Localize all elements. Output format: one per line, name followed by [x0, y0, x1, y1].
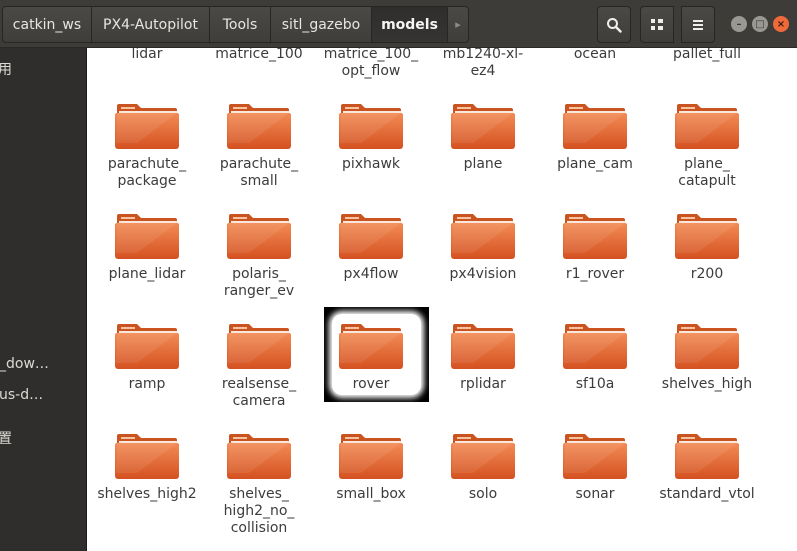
folder-icon — [675, 320, 739, 370]
folder-icon — [563, 100, 627, 150]
folder-icon — [227, 100, 291, 150]
folder-icon — [675, 430, 739, 480]
folder-icon — [339, 210, 403, 260]
folder-label: plane_cam — [557, 156, 633, 172]
breadcrumb: catkin_ws PX4-Autopilot Tools sitl_gazeb… — [2, 6, 469, 43]
folder-icon — [115, 430, 179, 480]
hamburger-menu-icon — [693, 19, 703, 30]
folder-icon — [227, 210, 291, 260]
folder-icon — [115, 320, 179, 370]
folder-label: sf10a — [575, 376, 615, 392]
sidebar-item-3[interactable]: us-d… — [0, 387, 43, 403]
folder-label: ramp — [128, 376, 166, 392]
maximize-button[interactable]: □ — [752, 16, 768, 32]
file-grid: lidar matrice_100 matrice_100_ opt_flow mb1… — [87, 48, 797, 551]
folder-icon — [227, 430, 291, 480]
folder-label: r200 — [690, 266, 724, 282]
folder-label: matrice_100 — [215, 48, 303, 62]
breadcrumb-px4-autopilot[interactable]: PX4-Autopilot — [91, 6, 210, 43]
folder-label: ocean — [573, 48, 617, 62]
folder-icon — [339, 100, 403, 150]
menu-button[interactable] — [681, 6, 715, 43]
folder-label: px4vision — [449, 266, 517, 282]
folder-label: standard_vtol — [659, 486, 755, 502]
folder-label: realsense_ camera — [221, 376, 297, 409]
header-bar: catkin_ws PX4-Autopilot Tools sitl_gazeb… — [0, 0, 797, 48]
breadcrumb-more-button[interactable]: ▸ — [447, 6, 469, 43]
folder-icon — [451, 320, 515, 370]
folder-icon — [675, 210, 739, 260]
folder-icon — [563, 210, 627, 260]
folder-label: shelves_ high2_no_ collision — [223, 486, 295, 536]
folder-icon — [115, 100, 179, 150]
folder-icon — [563, 430, 627, 480]
breadcrumb-catkin-ws[interactable]: catkin_ws — [2, 6, 92, 43]
folder-label: sonar — [575, 486, 615, 502]
close-button[interactable]: × — [773, 16, 789, 32]
folder-label: mb1240-xl- ez4 — [442, 48, 524, 79]
folder-label: pallet_full — [673, 48, 741, 62]
folder-label: shelves_high — [661, 376, 753, 392]
folder-icon — [451, 210, 515, 260]
folder-label: small_box — [336, 486, 406, 502]
folder-label: solo — [468, 486, 498, 502]
search-icon — [607, 17, 622, 33]
breadcrumb-tools[interactable]: Tools — [209, 6, 271, 43]
breadcrumb-sitl-gazebo[interactable]: sitl_gazebo — [270, 6, 372, 43]
minimize-button[interactable]: – — [731, 16, 747, 32]
folder-label: plane_lidar — [108, 266, 186, 282]
folder-icon — [675, 100, 739, 150]
folder-label: shelves_high2 — [97, 486, 197, 502]
grid-view-icon — [651, 18, 663, 30]
folder-label: parachute_ package — [107, 156, 187, 189]
folder-label: plane — [463, 156, 503, 172]
folder-icon — [339, 320, 403, 370]
breadcrumb-models[interactable]: models — [371, 6, 448, 43]
folder-label: rover — [352, 376, 390, 392]
folder-icon — [563, 320, 627, 370]
folder-label: matrice_100_ opt_flow — [323, 48, 419, 79]
folder-label: polaris_ ranger_ev — [223, 266, 295, 299]
folder-label: plane_ catapult — [678, 156, 736, 189]
sidebar: 用 _dow… us-d… 置 — [0, 48, 87, 551]
folder-label: lidar — [131, 48, 163, 62]
folder-label: px4flow — [343, 266, 399, 282]
folder-icon — [451, 430, 515, 480]
folder-label: r1_rover — [565, 266, 625, 282]
folder-icon — [451, 100, 515, 150]
folder-icon — [115, 210, 179, 260]
folder-label: rplidar — [460, 376, 506, 392]
sidebar-item-4[interactable]: 置 — [0, 428, 12, 448]
sidebar-item-1[interactable]: 用 — [0, 59, 12, 79]
folder-label: parachute_ small — [219, 156, 299, 189]
search-button[interactable] — [597, 6, 631, 43]
folder-icon — [227, 320, 291, 370]
sidebar-item-2[interactable]: _dow… — [0, 356, 49, 372]
view-toggle-button[interactable] — [640, 6, 674, 43]
folder-icon — [339, 430, 403, 480]
folder-label: pixhawk — [341, 156, 401, 172]
